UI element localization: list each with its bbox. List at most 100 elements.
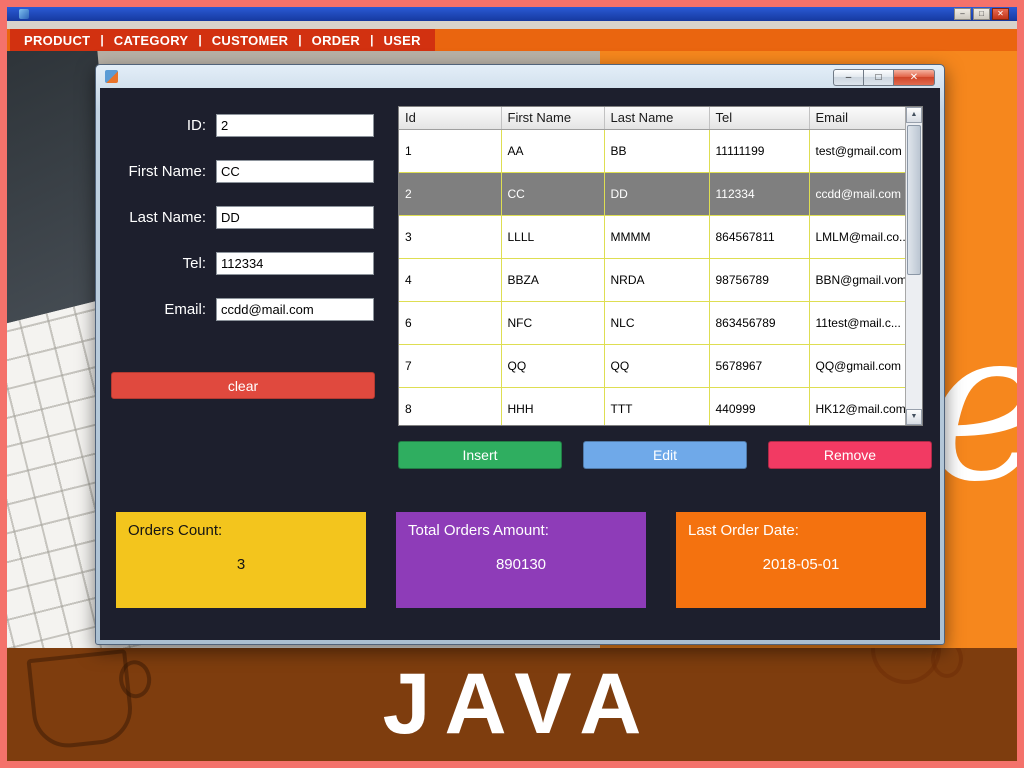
stat-panel-1: Total Orders Amount:890130 xyxy=(396,512,646,608)
table-cell: 11test@mail.c... xyxy=(809,301,907,344)
table-cell: LMLM@mail.co... xyxy=(809,215,907,258)
clear-button[interactable]: clear xyxy=(111,372,375,399)
form-label-firstname: First Name: xyxy=(110,163,206,180)
window-close-button[interactable]: ✕ xyxy=(992,8,1009,20)
form-row-id: ID: xyxy=(110,114,386,137)
table: IdFirst NameLast NameTelEmail 1AABB11111… xyxy=(399,107,908,426)
table-cell: 11111199 xyxy=(709,129,809,172)
table-cell: CC xyxy=(501,172,604,215)
form-label-email: Email: xyxy=(110,301,206,318)
dialog-minimize-button[interactable]: – xyxy=(833,69,863,86)
menu-item-category[interactable]: CATEGORY xyxy=(114,33,189,48)
table-row-4[interactable]: 4BBZANRDA98756789BBN@gmail.vom xyxy=(399,258,907,301)
table-cell: DD xyxy=(604,172,709,215)
table-cell: TTT xyxy=(604,387,709,426)
table-cell: 3 xyxy=(399,215,501,258)
form-input-email[interactable] xyxy=(216,298,374,321)
table-cell: NLC xyxy=(604,301,709,344)
insert-button[interactable]: Insert xyxy=(398,441,562,469)
menu-item-product[interactable]: PRODUCT xyxy=(24,33,90,48)
desktop: – □ ✕ PRODUCT | CATEGORY | CUSTOMER | ORDER | US… xyxy=(7,7,1017,761)
table-cell: 112334 xyxy=(709,172,809,215)
table-row-1[interactable]: 1AABB11111199test@gmail.com xyxy=(399,129,907,172)
table-cell: LLLL xyxy=(501,215,604,258)
column-header-id[interactable]: Id xyxy=(399,107,501,129)
edit-button[interactable]: Edit xyxy=(583,441,747,469)
table-row-3[interactable]: 3LLLLMMMM864567811LMLM@mail.co... xyxy=(399,215,907,258)
stats-row: Orders Count: 3 Total Orders Amount:890130… xyxy=(116,512,926,608)
form-label-tel: Tel: xyxy=(110,255,206,272)
footer-title: JAVA xyxy=(7,648,1017,761)
column-header-first-name[interactable]: First Name xyxy=(501,107,604,129)
table-row-8[interactable]: 8HHHTTT440999HK12@mail.com xyxy=(399,387,907,426)
stat-label: Last Order Date: xyxy=(688,522,914,539)
table-cell: BBZA xyxy=(501,258,604,301)
table-cell: 8 xyxy=(399,387,501,426)
table-row-6[interactable]: 6NFCNLC86345678911test@mail.c... xyxy=(399,301,907,344)
dialog-maximize-button[interactable]: □ xyxy=(863,69,893,86)
menu-separator: | xyxy=(198,33,201,47)
table-body: 1AABB11111199test@gmail.com2CCDD112334cc… xyxy=(399,129,907,426)
table-cell: 6 xyxy=(399,301,501,344)
table-row-2[interactable]: 2CCDD112334ccdd@mail.com xyxy=(399,172,907,215)
form-input-id[interactable] xyxy=(216,114,374,137)
menu-item-customer[interactable]: CUSTOMER xyxy=(212,33,289,48)
dialog-close-button[interactable]: ✕ xyxy=(893,69,935,86)
menu-separator: | xyxy=(298,33,301,47)
form-row-lastname: Last Name: xyxy=(110,206,386,229)
table-cell: 5678967 xyxy=(709,344,809,387)
stat-panel-2: Last Order Date: 2018-05-01 xyxy=(676,512,926,608)
scroll-down-button[interactable]: ▼ xyxy=(906,409,922,425)
table-cell: BB xyxy=(604,129,709,172)
table-cell: HK12@mail.com xyxy=(809,387,907,426)
window-icon xyxy=(19,9,29,19)
form-input-firstname[interactable] xyxy=(216,160,374,183)
table-cell: 1 xyxy=(399,129,501,172)
stat-value: 890130 xyxy=(408,556,634,573)
stat-value: 3 xyxy=(128,556,354,573)
table-cell: 2 xyxy=(399,172,501,215)
window-maximize-button[interactable]: □ xyxy=(973,8,990,20)
table-cell: 864567811 xyxy=(709,215,809,258)
stat-value: 2018-05-01 xyxy=(688,556,914,573)
customers-table: IdFirst NameLast NameTelEmail 1AABB11111… xyxy=(398,106,923,426)
table-cell: BBN@gmail.vom xyxy=(809,258,907,301)
table-cell: MMMM xyxy=(604,215,709,258)
table-row-7[interactable]: 7QQQQ5678967QQ@gmail.com xyxy=(399,344,907,387)
menu-bar: PRODUCT | CATEGORY | CUSTOMER | ORDER | USER xyxy=(7,29,1017,51)
table-cell: QQ xyxy=(604,344,709,387)
form-input-lastname[interactable] xyxy=(216,206,374,229)
table-cell: QQ xyxy=(501,344,604,387)
remove-button[interactable]: Remove xyxy=(768,441,932,469)
table-header-row: IdFirst NameLast NameTelEmail xyxy=(399,107,907,129)
stat-panel-0: Orders Count: 3 xyxy=(116,512,366,608)
table-cell: QQ@gmail.com xyxy=(809,344,907,387)
customer-dialog: – □ ✕ ID: First Name: Last Name: Tel: Email:… xyxy=(95,64,945,645)
stat-label: Orders Count: xyxy=(128,522,354,539)
table-cell: test@gmail.com xyxy=(809,129,907,172)
scroll-up-button[interactable]: ▲ xyxy=(906,107,922,123)
menu-item-order[interactable]: ORDER xyxy=(312,33,360,48)
table-scrollbar: ▲ ▼ xyxy=(905,107,922,425)
footer-banner: JAVA xyxy=(7,648,1017,761)
form-label-lastname: Last Name: xyxy=(110,209,206,226)
menu-separator: | xyxy=(370,33,373,47)
table-cell: AA xyxy=(501,129,604,172)
table-cell: 7 xyxy=(399,344,501,387)
action-buttons: Insert Edit Remove xyxy=(398,441,932,469)
form-row-tel: Tel: xyxy=(110,252,386,275)
menu-item-user[interactable]: USER xyxy=(383,33,420,48)
window-minimize-button[interactable]: – xyxy=(954,8,971,20)
menu-separator: | xyxy=(100,33,103,47)
column-header-email[interactable]: Email xyxy=(809,107,907,129)
form-input-tel[interactable] xyxy=(216,252,374,275)
form-label-id: ID: xyxy=(110,117,206,134)
form-row-firstname: First Name: xyxy=(110,160,386,183)
scroll-thumb[interactable] xyxy=(907,125,921,275)
table-cell: NRDA xyxy=(604,258,709,301)
table-cell: 98756789 xyxy=(709,258,809,301)
table-cell: HHH xyxy=(501,387,604,426)
customer-form: ID: First Name: Last Name: Tel: Email: xyxy=(110,114,386,344)
column-header-last-name[interactable]: Last Name xyxy=(604,107,709,129)
column-header-tel[interactable]: Tel xyxy=(709,107,809,129)
